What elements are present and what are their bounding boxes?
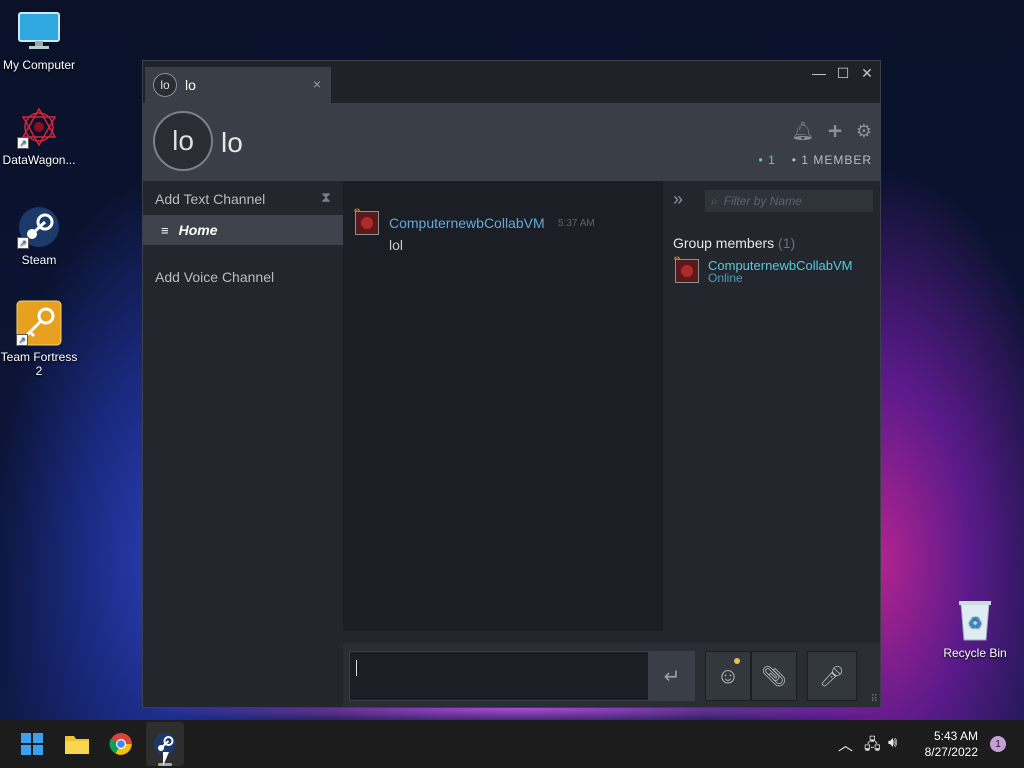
chat-log: ♛ ComputernewbCollabVM 5:37 AM lol — [343, 181, 663, 643]
list-icon: ≡ — [161, 222, 169, 238]
hourglass-icon[interactable]: ⧗ — [321, 189, 331, 206]
shortcut-arrow-icon: ↗ — [17, 237, 29, 249]
emoticon-button[interactable]: ☺ — [705, 651, 751, 701]
online-count: • 1 — [758, 153, 776, 167]
maximize-button[interactable]: ☐ — [836, 65, 850, 82]
voice-chat-button[interactable]: 🎤︎ — [807, 651, 857, 701]
channel-home-label: Home — [178, 222, 218, 238]
desktop-icon-datawagon[interactable]: ↗ DataWagon... — [0, 105, 78, 167]
search-icon: ⌕ — [711, 193, 718, 208]
shortcut-arrow-icon: ↗ — [17, 137, 29, 149]
minimize-button[interactable]: — — [812, 65, 826, 82]
tab-close-icon[interactable]: × — [313, 76, 321, 92]
message-author[interactable]: ComputernewbCollabVM — [389, 215, 545, 231]
start-button[interactable] — [18, 730, 46, 758]
message-avatar[interactable] — [355, 211, 379, 235]
group-members-heading: Group members (1) — [673, 235, 796, 251]
text-caret — [356, 660, 357, 676]
taskbar: ︿ 🖧︎ 🔊︎ 5:43 AM 8/27/2022 1 — [0, 720, 1024, 768]
microphone-icon: 🎤︎ — [819, 665, 845, 688]
channel-list: Add Text Channel ⧗ ≡ Home Add Voice Chan… — [143, 181, 343, 707]
attach-button[interactable]: 📎︎ — [751, 651, 797, 701]
tab-avatar: lo — [153, 73, 177, 97]
message-input[interactable] — [349, 651, 649, 701]
network-icon[interactable]: 🖧︎ — [864, 734, 881, 759]
member-list-panel: » ⌕ Filter by Name Group members (1) ♛ C… — [663, 181, 880, 643]
member-status: Online — [708, 271, 743, 285]
mouse-cursor-icon — [163, 752, 169, 766]
filter-input[interactable]: ⌕ Filter by Name — [705, 190, 873, 212]
group-name: lo — [221, 127, 243, 158]
smiley-icon: ☺ — [716, 663, 740, 688]
header-actions: 🔔︎ ➕︎ ⚙︎ — [791, 121, 872, 142]
volume-icon[interactable]: 🔊︎ — [888, 734, 897, 751]
title-bar[interactable]: lo lo × — ☐ ✕ — [143, 61, 880, 103]
channel-home[interactable]: ≡ Home — [143, 215, 343, 245]
enter-arrow-icon: ↵ — [663, 665, 681, 688]
steam-logo-icon: ↗ — [17, 205, 61, 249]
clock-date: 8/27/2022 — [924, 745, 978, 759]
windows-logo-icon — [21, 733, 43, 755]
gear-icon[interactable]: ⚙︎ — [856, 121, 872, 142]
send-button[interactable]: ↵ — [649, 651, 695, 701]
recycle-bin-icon: ♻ — [953, 598, 997, 642]
chevron-up-icon[interactable]: ︿ — [838, 734, 853, 755]
message-text: lol — [389, 237, 404, 253]
resize-grip-icon[interactable]: ⠿ — [871, 694, 878, 705]
message-time: 5:37 AM — [558, 218, 595, 229]
key-icon: ↗ — [16, 300, 62, 346]
file-explorer-button[interactable] — [63, 730, 91, 758]
datawagon-logo-icon: ↗ — [17, 105, 61, 149]
member-count: • 1 MEMBER — [791, 153, 872, 167]
close-button[interactable]: ✕ — [860, 65, 874, 82]
desktop-icon-team-fortress-2[interactable]: ↗ Team Fortress 2 — [0, 300, 78, 378]
invite-friend-icon[interactable]: ➕︎ — [828, 121, 842, 142]
group-header: lo lo 🔔︎ ➕︎ ⚙︎ • 1 • 1 MEMBER — [143, 103, 880, 181]
group-chat-window: lo lo × — ☐ ✕ lo lo 🔔︎ ➕︎ ⚙︎ • 1 • 1 MEM… — [142, 60, 881, 708]
chrome-icon — [109, 733, 132, 755]
desktop-icon-label: My Computer — [2, 58, 76, 72]
desktop-icon-label: DataWagon... — [2, 153, 76, 167]
double-chevron-right-icon[interactable]: » — [673, 189, 683, 210]
desktop-icon-my-computer[interactable]: My Computer — [0, 10, 78, 72]
window-controls: — ☐ ✕ — [812, 65, 874, 82]
chat-tab-lo[interactable]: lo lo × — [145, 67, 331, 103]
chat-scrollbar[interactable] — [343, 631, 663, 643]
message-composer: ↵ ☺ 📎︎ 🎤︎ ⠿ — [343, 643, 880, 707]
notification-badge[interactable]: 1 — [990, 736, 1006, 752]
shortcut-arrow-icon: ↗ — [16, 334, 28, 346]
monitor-icon — [17, 10, 61, 54]
svg-text:♻: ♻ — [968, 613, 982, 632]
desktop-icon-label: Steam — [21, 253, 57, 267]
member-stats: • 1 • 1 MEMBER — [759, 153, 872, 167]
desktop-icon-recycle-bin[interactable]: ♻ Recycle Bin — [936, 598, 1014, 660]
filter-placeholder: Filter by Name — [723, 194, 802, 208]
system-clock[interactable]: 5:43 AM 8/27/2022 — [925, 728, 978, 760]
desktop-icon-label: Team Fortress 2 — [0, 350, 78, 378]
add-voice-channel-button[interactable]: Add Voice Channel — [155, 269, 274, 285]
folder-icon — [65, 736, 89, 754]
clock-time: 5:43 AM — [933, 729, 978, 743]
add-text-channel-button[interactable]: Add Text Channel — [155, 191, 265, 207]
bell-icon[interactable]: 🔔︎ — [791, 121, 814, 142]
chrome-button[interactable] — [107, 730, 135, 758]
paperclip-icon: 📎︎ — [761, 665, 787, 688]
new-indicator-dot — [734, 658, 740, 664]
member-avatar[interactable] — [675, 259, 699, 283]
tab-title: lo — [185, 77, 196, 93]
desktop-icon-steam[interactable]: ↗ Steam — [0, 205, 78, 267]
desktop-icon-label: Recycle Bin — [943, 646, 1007, 660]
group-avatar[interactable]: lo — [153, 111, 213, 171]
